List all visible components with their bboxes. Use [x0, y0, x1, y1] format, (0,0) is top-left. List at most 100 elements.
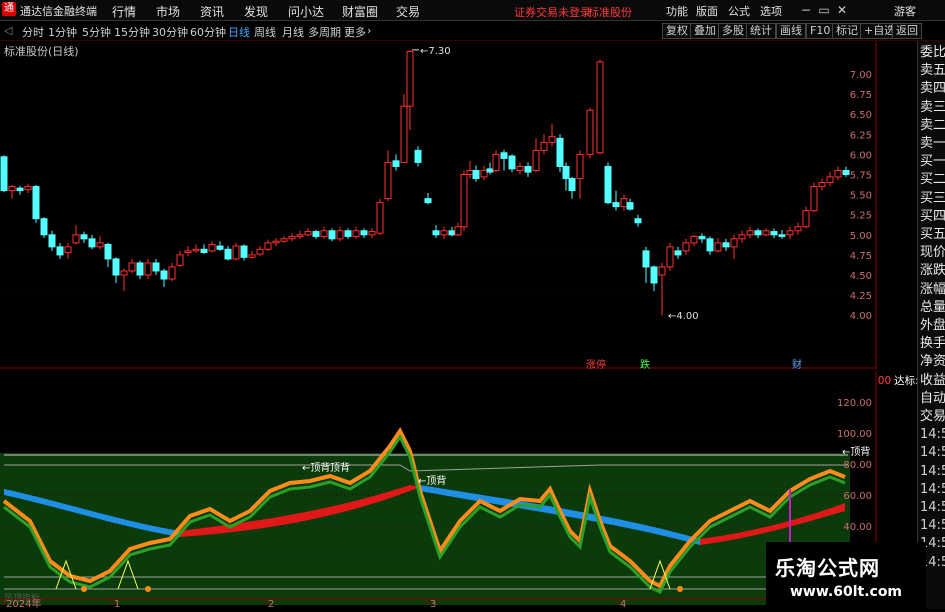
marker-cai: 财: [792, 358, 802, 369]
candle-body: [596, 61, 604, 154]
back-icon[interactable]: ◁: [4, 24, 12, 37]
candle-body: [96, 242, 104, 248]
candle-body: [192, 248, 200, 252]
right-tab-item[interactable]: 涨跌: [920, 263, 945, 278]
tool-diejia[interactable]: 叠加: [690, 23, 720, 39]
minimize-icon[interactable]: −: [798, 2, 814, 18]
chevron-right-icon[interactable]: ›: [367, 24, 371, 37]
candle-body: [216, 245, 224, 250]
candle-body: [32, 186, 40, 220]
right-tab-item[interactable]: 14:56: [920, 482, 945, 497]
candle-body: [272, 240, 280, 244]
right-tab-item[interactable]: 自动: [920, 391, 945, 406]
period-30min[interactable]: 30分钟: [152, 24, 188, 40]
tool-duogu[interactable]: 多股: [718, 23, 748, 39]
right-tab-item[interactable]: 收益: [920, 373, 945, 388]
candle-body: [524, 165, 532, 173]
menu-zixun[interactable]: 资讯: [200, 3, 224, 20]
right-tab-item[interactable]: 卖三: [920, 100, 945, 115]
right-tab-item[interactable]: 买三: [920, 191, 945, 206]
menu-caifuquan[interactable]: 财富圈: [342, 3, 378, 20]
price-tick-label: 4.50: [850, 271, 872, 282]
right-tab-item[interactable]: 买二: [920, 172, 945, 187]
period-1min[interactable]: 1分钟: [48, 24, 77, 40]
right-tab-item[interactable]: 卖四: [920, 81, 945, 96]
tool-fanhui[interactable]: 返回: [892, 23, 922, 39]
right-tab-item[interactable]: 外盘: [920, 318, 945, 333]
restore-icon[interactable]: ▭: [816, 2, 832, 18]
right-tab-item[interactable]: 总量: [920, 300, 945, 315]
period-weekly[interactable]: 周线: [254, 24, 276, 40]
candle-body: [48, 234, 56, 248]
candle-body: [40, 218, 48, 236]
date-label: 4: [620, 599, 626, 609]
right-tab-item[interactable]: 卖一: [920, 136, 945, 151]
right-tab-item[interactable]: 交易: [920, 409, 945, 424]
right-tab-item[interactable]: 委比: [920, 45, 945, 60]
tool-biaoji[interactable]: 标记: [832, 23, 862, 39]
menu-xuanxiang[interactable]: 选项: [760, 3, 782, 19]
right-tab-item[interactable]: 现价: [920, 245, 945, 260]
candle-body: [248, 254, 256, 258]
period-fenshi[interactable]: 分时: [22, 24, 44, 40]
tool-fuquan[interactable]: 复权: [662, 23, 692, 39]
period-more[interactable]: 更多: [344, 24, 366, 40]
menu-shichang[interactable]: 市场: [156, 3, 180, 20]
period-multi[interactable]: 多周期: [308, 24, 341, 40]
period-monthly[interactable]: 月线: [282, 24, 304, 40]
candle-body: [440, 230, 448, 236]
right-tab-item[interactable]: 14:56: [920, 427, 945, 442]
right-tab-item[interactable]: 14:56: [920, 445, 945, 460]
date-label: 1: [114, 599, 120, 609]
candle-body: [778, 234, 786, 237]
menu-hangqing[interactable]: 行情: [112, 3, 136, 20]
candle-body: [576, 153, 584, 180]
menu-jiaoyi[interactable]: 交易: [396, 3, 420, 20]
candle-body: [674, 250, 682, 256]
candle-body: [304, 231, 312, 236]
right-tab-item[interactable]: 卖二: [920, 118, 945, 133]
right-tab-item[interactable]: 涨幅: [920, 282, 945, 297]
kline-panel[interactable]: 7.00 6.75 6.50 6.25 6.00 5.75 5.50 5.25 5.00 4.75…: [0, 41, 877, 371]
candle-body: [16, 187, 24, 192]
tool-f10[interactable]: F10: [806, 23, 835, 39]
login-warning[interactable]: 证券交易未登录: [514, 4, 591, 20]
stock-name-header: 标准股份: [588, 6, 632, 19]
right-tab-item[interactable]: 净资: [920, 354, 945, 369]
right-tab-item[interactable]: 14:56: [920, 464, 945, 479]
close-icon[interactable]: ✕: [834, 2, 850, 18]
top-divergence-label: ←顶背: [418, 474, 446, 487]
right-tab-item[interactable]: 14:56: [920, 518, 945, 533]
candle-body: [448, 230, 456, 236]
period-60min[interactable]: 60分钟: [190, 24, 226, 40]
period-5min[interactable]: 5分钟: [82, 24, 111, 40]
candle-body: [730, 238, 738, 248]
period-15min[interactable]: 15分钟: [114, 24, 150, 40]
candle-body: [88, 238, 96, 248]
right-tab-item[interactable]: 买四: [920, 209, 945, 224]
user-guest[interactable]: 游客: [894, 3, 916, 19]
tool-huaxian[interactable]: 画线: [776, 23, 806, 39]
candle-body: [834, 169, 842, 178]
price-tick-label: 4.75: [850, 251, 872, 262]
menu-gongneng[interactable]: 功能: [666, 3, 688, 19]
tool-tongji[interactable]: 统计: [746, 23, 776, 39]
period-daily[interactable]: 日线: [228, 24, 250, 40]
menu-banmian[interactable]: 版面: [696, 3, 718, 19]
kline-chart[interactable]: 7.00 6.75 6.50 6.25 6.00 5.75 5.50 5.25 5.00 4.75…: [0, 41, 877, 371]
right-tab-item[interactable]: 换手: [920, 336, 945, 351]
indicator-chart[interactable]: 120.00100.0080.0060.0040.0020.00←顶背顶背←顶背…: [0, 371, 877, 610]
right-tab-item[interactable]: 买一: [920, 154, 945, 169]
right-tab-item[interactable]: 买五: [920, 227, 945, 242]
candle-body: [152, 262, 160, 272]
candle-body: [80, 234, 88, 240]
candle-body: [762, 230, 770, 236]
indicator-panel[interactable]: 120.00100.0080.0060.0040.0020.00←顶背顶背←顶背…: [0, 371, 877, 610]
candle-body: [136, 262, 144, 276]
candle-body: [818, 182, 826, 188]
menu-faxian[interactable]: 发现: [244, 3, 268, 20]
right-tab-item[interactable]: 14:56: [920, 500, 945, 515]
menu-gongshi[interactable]: 公式: [728, 3, 750, 19]
right-tab-item[interactable]: 卖五: [920, 63, 945, 78]
menu-wenxiaoda[interactable]: 问小达: [288, 3, 324, 20]
